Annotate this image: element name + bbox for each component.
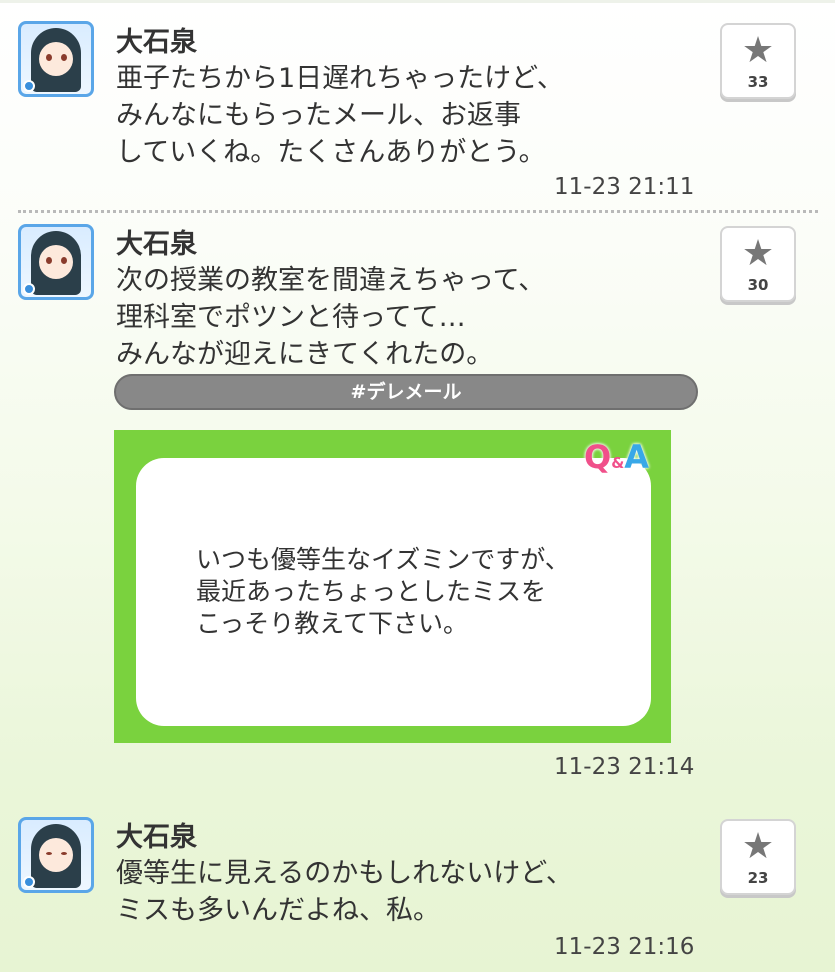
star-icon: ★ [741,30,775,71]
avatar-badge-icon [23,876,35,888]
hashtag-pill[interactable]: #デレメール [114,374,698,410]
star-button[interactable]: ★ 23 [720,819,796,895]
qa-logo-q: Q [584,438,612,476]
qa-card-panel: いつも優等生なイズミンですが、 最近あったちょっとしたミスを こっそり教えて下さ… [136,458,651,726]
post-author: 大石泉 [116,27,197,58]
star-button[interactable]: ★ 33 [720,23,796,99]
top-separator [0,0,835,3]
post-text: 優等生に見えるのかもしれないけど、 ミスも多いんだよね、私。 [116,858,573,926]
avatar[interactable] [18,21,94,97]
star-count: 30 [747,276,769,294]
post-timestamp: 11-23 21:11 [554,174,695,200]
qa-logo: Q&A [584,438,649,478]
avatar-eye-right [61,852,67,855]
avatar-eye-left [46,54,52,61]
post-divider [18,210,818,213]
star-icon: ★ [741,233,775,274]
post-timestamp: 11-23 21:16 [554,934,695,960]
qa-logo-a: A [624,438,650,476]
post-author: 大石泉 [116,229,197,260]
avatar-face [39,42,73,76]
avatar[interactable] [18,224,94,300]
avatar-face [39,245,73,279]
avatar[interactable] [18,817,94,893]
avatar-eye-right [61,54,67,61]
post-timestamp: 11-23 21:14 [554,754,695,780]
avatar-eye-left [46,852,52,855]
post-author: 大石泉 [116,822,197,853]
star-button[interactable]: ★ 30 [720,226,796,302]
star-icon: ★ [741,826,775,867]
avatar-badge-icon [23,80,35,92]
qa-question: いつも優等生なイズミンですが、 最近あったちょっとしたミスを こっそり教えて下さ… [196,545,570,638]
qa-card-image[interactable]: いつも優等生なイズミンですが、 最近あったちょっとしたミスを こっそり教えて下さ… [114,430,671,743]
avatar-badge-icon [23,283,35,295]
avatar-eye-right [61,257,67,264]
avatar-eye-left [46,257,52,264]
post-text: 亜子たちから1日遅れちゃったけど、 みんなにもらったメール、お返事 していくね。… [116,63,564,168]
post-text: 次の授業の教室を間違えちゃって、 理科室でポツンと待ってて… みんなが迎えにきて… [116,265,546,370]
star-count: 33 [747,73,769,91]
qa-logo-amp: & [611,454,625,472]
star-count: 23 [747,869,769,887]
avatar-face [39,838,73,872]
